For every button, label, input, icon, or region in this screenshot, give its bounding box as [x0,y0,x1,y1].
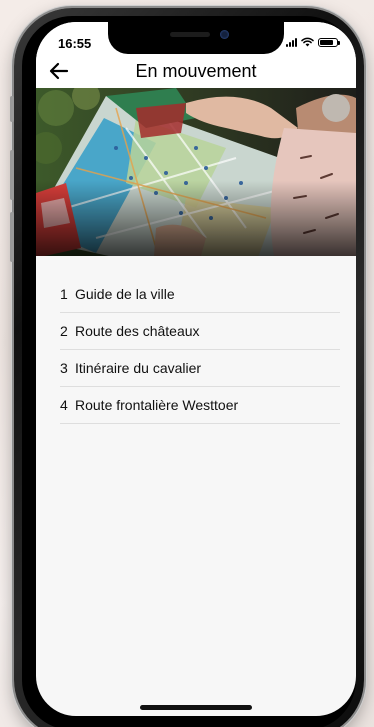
wifi-icon [301,37,314,47]
volume-down-button [10,212,14,262]
battery-icon [318,37,340,47]
volume-up-button [10,150,14,200]
list-item[interactable]: 1 Guide de la ville [60,276,340,313]
front-camera [220,30,229,39]
page-title: En mouvement [135,61,257,81]
city-map-photo-icon [36,88,356,256]
route-list: 1 Guide de la ville 2 Route des châteaux… [36,276,356,424]
list-item[interactable]: 3 Itinéraire du cavalier [60,350,340,387]
mute-switch [10,96,14,122]
list-item-label: Itinéraire du cavalier [75,360,202,376]
notch [108,22,284,54]
list-item[interactable]: 4 Route frontalière Westtoer [60,387,340,424]
list-item-label: Route des châteaux [75,323,200,339]
list-item[interactable]: 2 Route des châteaux [60,313,340,350]
status-icons [286,37,340,47]
list-item-number: 1 [60,286,68,302]
signal-icon [286,37,297,47]
phone-screen: 16:55 En mouvement 1 Guide de la ville 2… [36,22,356,716]
hero-image [36,88,356,256]
earpiece-speaker [170,32,210,37]
list-item-number: 2 [60,323,68,339]
list-item-number: 3 [60,360,68,376]
nav-bar: En mouvement [36,54,356,88]
list-item-label: Route frontalière Westtoer [75,397,239,413]
home-indicator[interactable] [140,705,252,710]
status-time: 16:55 [58,36,92,51]
list-item-number: 4 [60,397,68,413]
list-item-label: Guide de la ville [75,286,175,302]
